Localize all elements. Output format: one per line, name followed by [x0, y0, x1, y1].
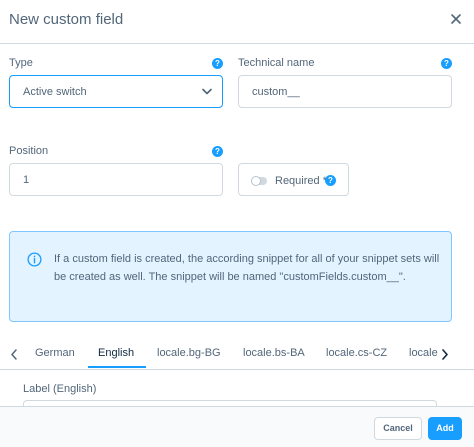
tab-locale-bs-ba[interactable]: locale.bs-BA	[243, 347, 305, 359]
cancel-button[interactable]: Cancel	[374, 417, 422, 440]
chevron-left-icon[interactable]	[10, 349, 18, 360]
modal-header: New custom field	[0, 0, 474, 44]
chevron-down-icon	[202, 88, 212, 94]
tab-locale-cs-cz[interactable]: locale.cs-CZ	[326, 347, 387, 359]
add-button[interactable]: Add	[428, 417, 462, 440]
tab-english[interactable]: English	[98, 347, 134, 359]
close-icon[interactable]	[448, 11, 464, 27]
tab-german[interactable]: German	[35, 347, 75, 359]
modal-footer: Cancel Add	[0, 406, 474, 447]
required-help-icon[interactable]: ?	[325, 175, 336, 186]
info-text: If a custom field is created, the accord…	[54, 253, 440, 283]
technical-name-input[interactable]: custom__	[238, 75, 452, 108]
position-input[interactable]: 1	[9, 163, 223, 196]
switch-knob	[251, 176, 261, 186]
active-tab-indicator	[88, 366, 146, 368]
type-label: Type	[9, 57, 33, 69]
position-value: 1	[23, 173, 30, 186]
technical-name-label: Technical name	[238, 57, 315, 69]
required-switch[interactable]	[251, 176, 267, 186]
position-label: Position	[9, 145, 49, 157]
required-label: Required *	[275, 175, 327, 187]
technical-name-help-icon[interactable]: ?	[441, 58, 452, 69]
info-alert: If a custom field is created, the accord…	[9, 231, 452, 322]
tab-locale-da-dk[interactable]: locale.da-DK	[409, 347, 438, 359]
info-icon	[27, 252, 42, 267]
required-field: Required * ?	[238, 163, 349, 196]
position-help-icon[interactable]: ?	[212, 146, 223, 157]
tab-locale-bg-bg[interactable]: locale.bg-BG	[157, 347, 221, 359]
modal-title: New custom field	[9, 11, 124, 28]
type-help-icon[interactable]: ?	[212, 58, 223, 69]
label-english-label: Label (English)	[23, 383, 97, 395]
language-tabs: German English locale.bg-BG locale.bs-BA…	[0, 340, 474, 370]
type-select[interactable]: Active switch	[9, 75, 223, 108]
type-select-value: Active switch	[23, 85, 87, 98]
technical-name-value: custom__	[252, 85, 300, 98]
chevron-right-icon[interactable]	[441, 349, 449, 360]
